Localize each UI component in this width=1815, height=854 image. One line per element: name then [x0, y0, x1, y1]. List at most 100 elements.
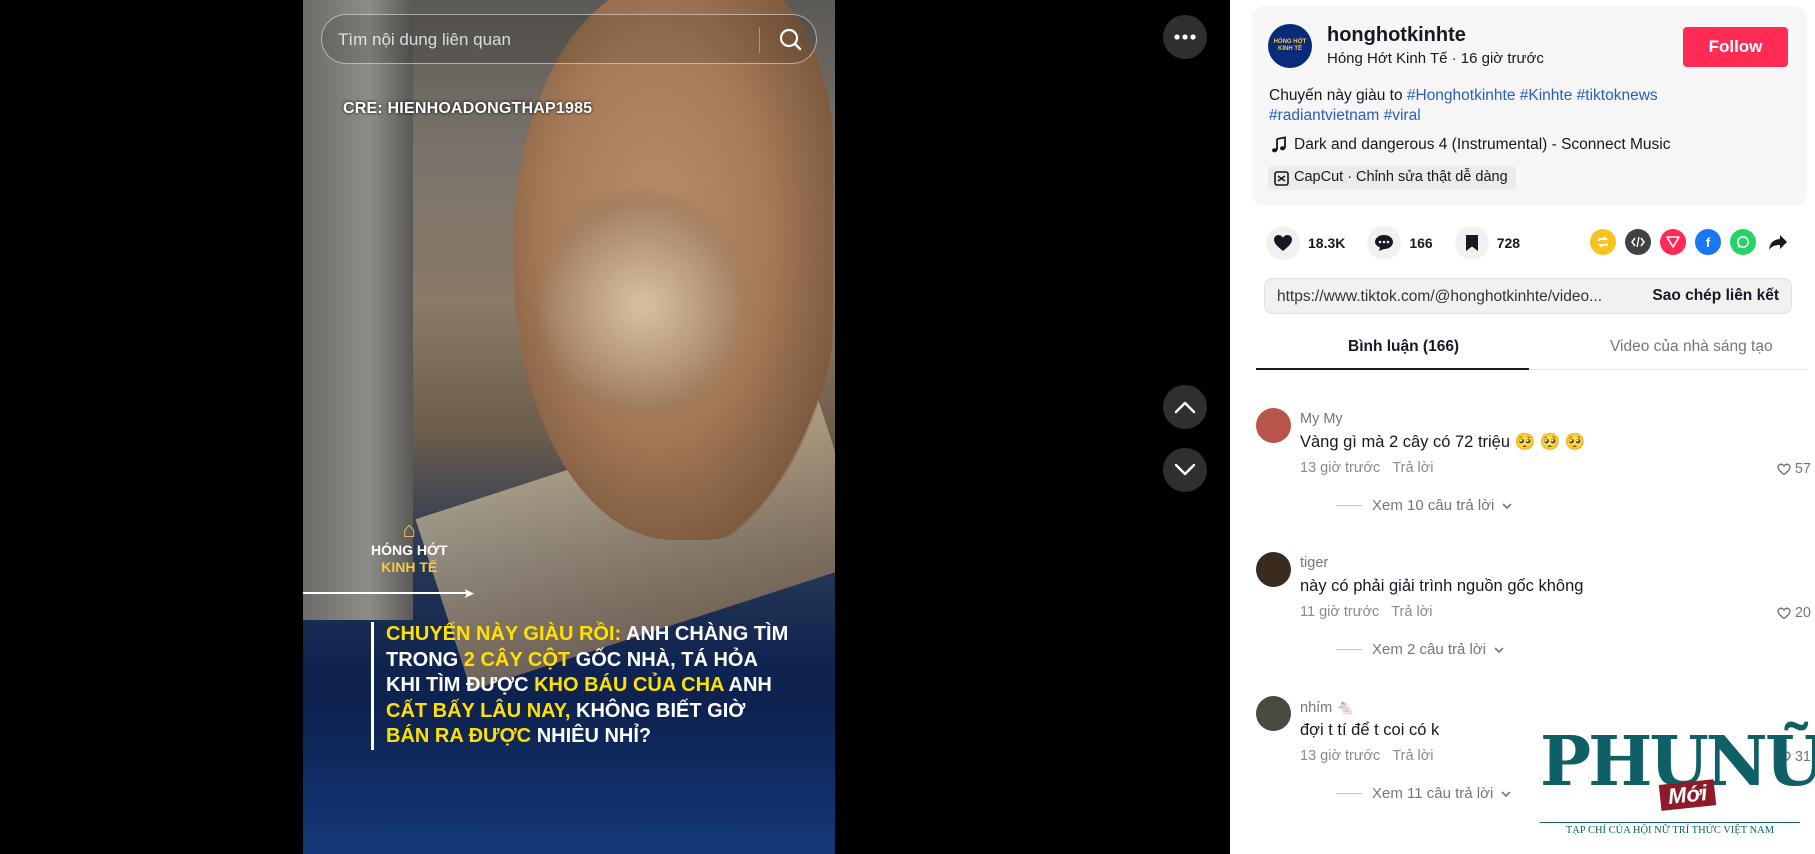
- replies-dash: [1336, 649, 1362, 650]
- active-tab-indicator: [1256, 368, 1529, 370]
- creator-avatar[interactable]: HÓNG HỚT KINH TẾ: [1268, 24, 1312, 68]
- house-logo-icon: ⌂: [402, 517, 416, 542]
- chevron-down-icon: [1494, 646, 1504, 653]
- reply-button[interactable]: Trả lời: [1392, 460, 1433, 476]
- more-dots-icon: [1174, 34, 1196, 40]
- whatsapp-share-button[interactable]: [1730, 229, 1756, 255]
- brand-line1: HÓNG HỚT: [371, 542, 448, 558]
- commenter-avatar[interactable]: [1256, 696, 1291, 731]
- heart-outline-icon: [1777, 607, 1791, 619]
- save-button[interactable]: 728: [1454, 226, 1520, 260]
- like-button[interactable]: 18.3K: [1266, 226, 1345, 260]
- comment-text: Vàng gì mà 2 cây có 72 triệu 🥺 🥺 🥺: [1300, 433, 1586, 451]
- comment-button[interactable]: 166: [1367, 226, 1433, 260]
- comment-item: My My Vàng gì mà 2 cây có 72 triệu 🥺 🥺 🥺 1…: [1256, 400, 1815, 544]
- headline-highlight: CHUYẾN NÀY GIÀU RỒI:: [386, 623, 622, 645]
- comment-like-count: 57: [1794, 461, 1811, 477]
- view-replies-button[interactable]: Xem 2 câu trả lời: [1336, 641, 1506, 658]
- comment-bubble: [1367, 226, 1402, 260]
- commenter-name[interactable]: tiger: [1300, 555, 1328, 571]
- chevron-down-icon: [1174, 463, 1196, 476]
- hashtag-link[interactable]: #radiantvietnam: [1269, 107, 1379, 124]
- chevron-down-icon: [1501, 790, 1511, 797]
- headline-text: NHIÊU NHỈ?: [531, 725, 652, 747]
- commenter-avatar[interactable]: [1256, 408, 1291, 443]
- embed-button[interactable]: [1625, 229, 1651, 255]
- view-replies-label: Xem 10 câu trả lời: [1372, 497, 1495, 514]
- more-share-button[interactable]: [1765, 229, 1791, 255]
- comment-like-button[interactable]: 20: [1777, 605, 1811, 621]
- previous-video-button[interactable]: [1163, 385, 1207, 429]
- next-video-button[interactable]: [1163, 448, 1207, 492]
- heart-outline-icon: [1777, 463, 1791, 475]
- like-bubble: [1266, 226, 1300, 260]
- music-link[interactable]: Dark and dangerous 4 (Instrumental) - Sc…: [1268, 136, 1670, 154]
- hashtag-link[interactable]: #tiktoknews: [1577, 87, 1658, 104]
- send-to-friends-button[interactable]: [1660, 229, 1686, 255]
- music-title: Dark and dangerous 4 (Instrumental) - Sc…: [1294, 136, 1671, 153]
- replies-dash: [1336, 505, 1362, 506]
- facebook-icon: f: [1705, 234, 1711, 250]
- comment-meta: 11 giờ trước Trả lời: [1300, 604, 1432, 620]
- comment-like-count: 20: [1794, 605, 1811, 621]
- search-button[interactable]: [768, 18, 812, 60]
- reply-button[interactable]: Trả lời: [1392, 748, 1433, 764]
- comment-meta: 13 giờ trước Trả lời: [1300, 460, 1434, 476]
- magazine-watermark: PHỤNỮ Mới TẠP CHÍ CỦA HỘI NỮ TRÍ THỨC VI…: [1540, 722, 1815, 842]
- more-options-button[interactable]: [1163, 15, 1207, 59]
- search-icon: [779, 28, 802, 51]
- capcut-badge[interactable]: CapCut · Chỉnh sửa thật dễ dàng: [1268, 166, 1516, 190]
- hashtag-link[interactable]: #Honghotkinhte: [1407, 87, 1516, 104]
- chevron-down-icon: [1502, 502, 1512, 509]
- creator-username[interactable]: honghotkinhte: [1327, 24, 1466, 47]
- video-player[interactable]: CRE: HIENHOADONGTHAP1985 ⌂ HÓNG HỚT KINH…: [303, 0, 835, 854]
- post-caption: Chuyến này giàu to #Honghotkinhte #Kinht…: [1269, 86, 1759, 126]
- tab-creator-videos[interactable]: Video của nhà sáng tạo: [1610, 338, 1773, 356]
- comment-time: 11 giờ trước: [1300, 604, 1380, 620]
- video-credit: CRE: HIENHOADONGTHAP1985: [343, 100, 593, 117]
- send-icon: [1666, 236, 1680, 248]
- related-search-input[interactable]: [338, 28, 758, 52]
- view-replies-label: Xem 11 câu trả lời: [1372, 785, 1494, 802]
- watermark-moi: Mới: [1658, 779, 1717, 811]
- repost-button[interactable]: [1590, 229, 1616, 255]
- hashtag-link[interactable]: #Kinhte: [1520, 87, 1573, 104]
- comment-count: 166: [1409, 235, 1433, 251]
- music-note-icon: [1272, 136, 1286, 153]
- link-copy-box: https://www.tiktok.com/@honghotkinhte/vi…: [1264, 278, 1792, 314]
- view-replies-button[interactable]: Xem 11 câu trả lời: [1336, 785, 1513, 802]
- headline-highlight: CẤT BẤY LÂU NAY,: [386, 699, 571, 722]
- video-stage: CRE: HIENHOADONGTHAP1985 ⌂ HÓNG HỚT KINH…: [0, 0, 1230, 854]
- comment-text: này có phải giải trình nguồn gốc không: [1300, 577, 1584, 595]
- headline-text: KHÔNG BIẾT GIỜ: [570, 699, 746, 722]
- copy-link-button[interactable]: Sao chép liên kết: [1652, 287, 1779, 305]
- commenter-avatar[interactable]: [1256, 552, 1291, 587]
- follow-button[interactable]: Follow: [1683, 27, 1788, 67]
- bookmark-icon: [1465, 235, 1478, 251]
- related-search-bar: [321, 14, 817, 64]
- capcut-icon: [1274, 171, 1289, 186]
- comment-like-button[interactable]: 57: [1777, 461, 1811, 477]
- hashtag-link[interactable]: #viral: [1384, 107, 1421, 124]
- view-replies-label: Xem 2 câu trả lời: [1372, 641, 1487, 658]
- video-brand-logo: ⌂ HÓNG HỚT KINH TẾ: [371, 518, 448, 576]
- facebook-share-button[interactable]: f: [1695, 229, 1721, 255]
- headline-text: ANH: [723, 674, 772, 696]
- arrow-right-icon: ➤: [463, 585, 475, 601]
- replies-dash: [1336, 793, 1362, 794]
- commenter-name[interactable]: nhím 🐁: [1300, 699, 1354, 716]
- commenter-name[interactable]: My My: [1300, 411, 1343, 427]
- tab-comments[interactable]: Bình luận (166): [1348, 338, 1459, 356]
- creator-meta: Hóng Hớt Kinh Tế · 16 giờ trước: [1327, 50, 1544, 67]
- engagement-stats: 18.3K 166 728: [1266, 226, 1542, 260]
- comment-time: 13 giờ trước: [1300, 748, 1381, 764]
- whatsapp-icon: [1737, 236, 1749, 248]
- capcut-label: CapCut · Chỉnh sửa thật dễ dàng: [1294, 169, 1508, 185]
- video-url[interactable]: https://www.tiktok.com/@honghotkinhte/vi…: [1277, 288, 1627, 306]
- video-headline: CHUYẾN NÀY GIÀU RỒI: ANH CHÀNG TÌM TRONG…: [371, 622, 791, 750]
- reply-button[interactable]: Trả lời: [1391, 604, 1432, 620]
- heart-icon: [1274, 235, 1292, 251]
- comment-time: 13 giờ trước: [1300, 460, 1381, 476]
- headline-highlight: 2 CÂY CỘT: [463, 648, 571, 671]
- view-replies-button[interactable]: Xem 10 câu trả lời: [1336, 497, 1514, 514]
